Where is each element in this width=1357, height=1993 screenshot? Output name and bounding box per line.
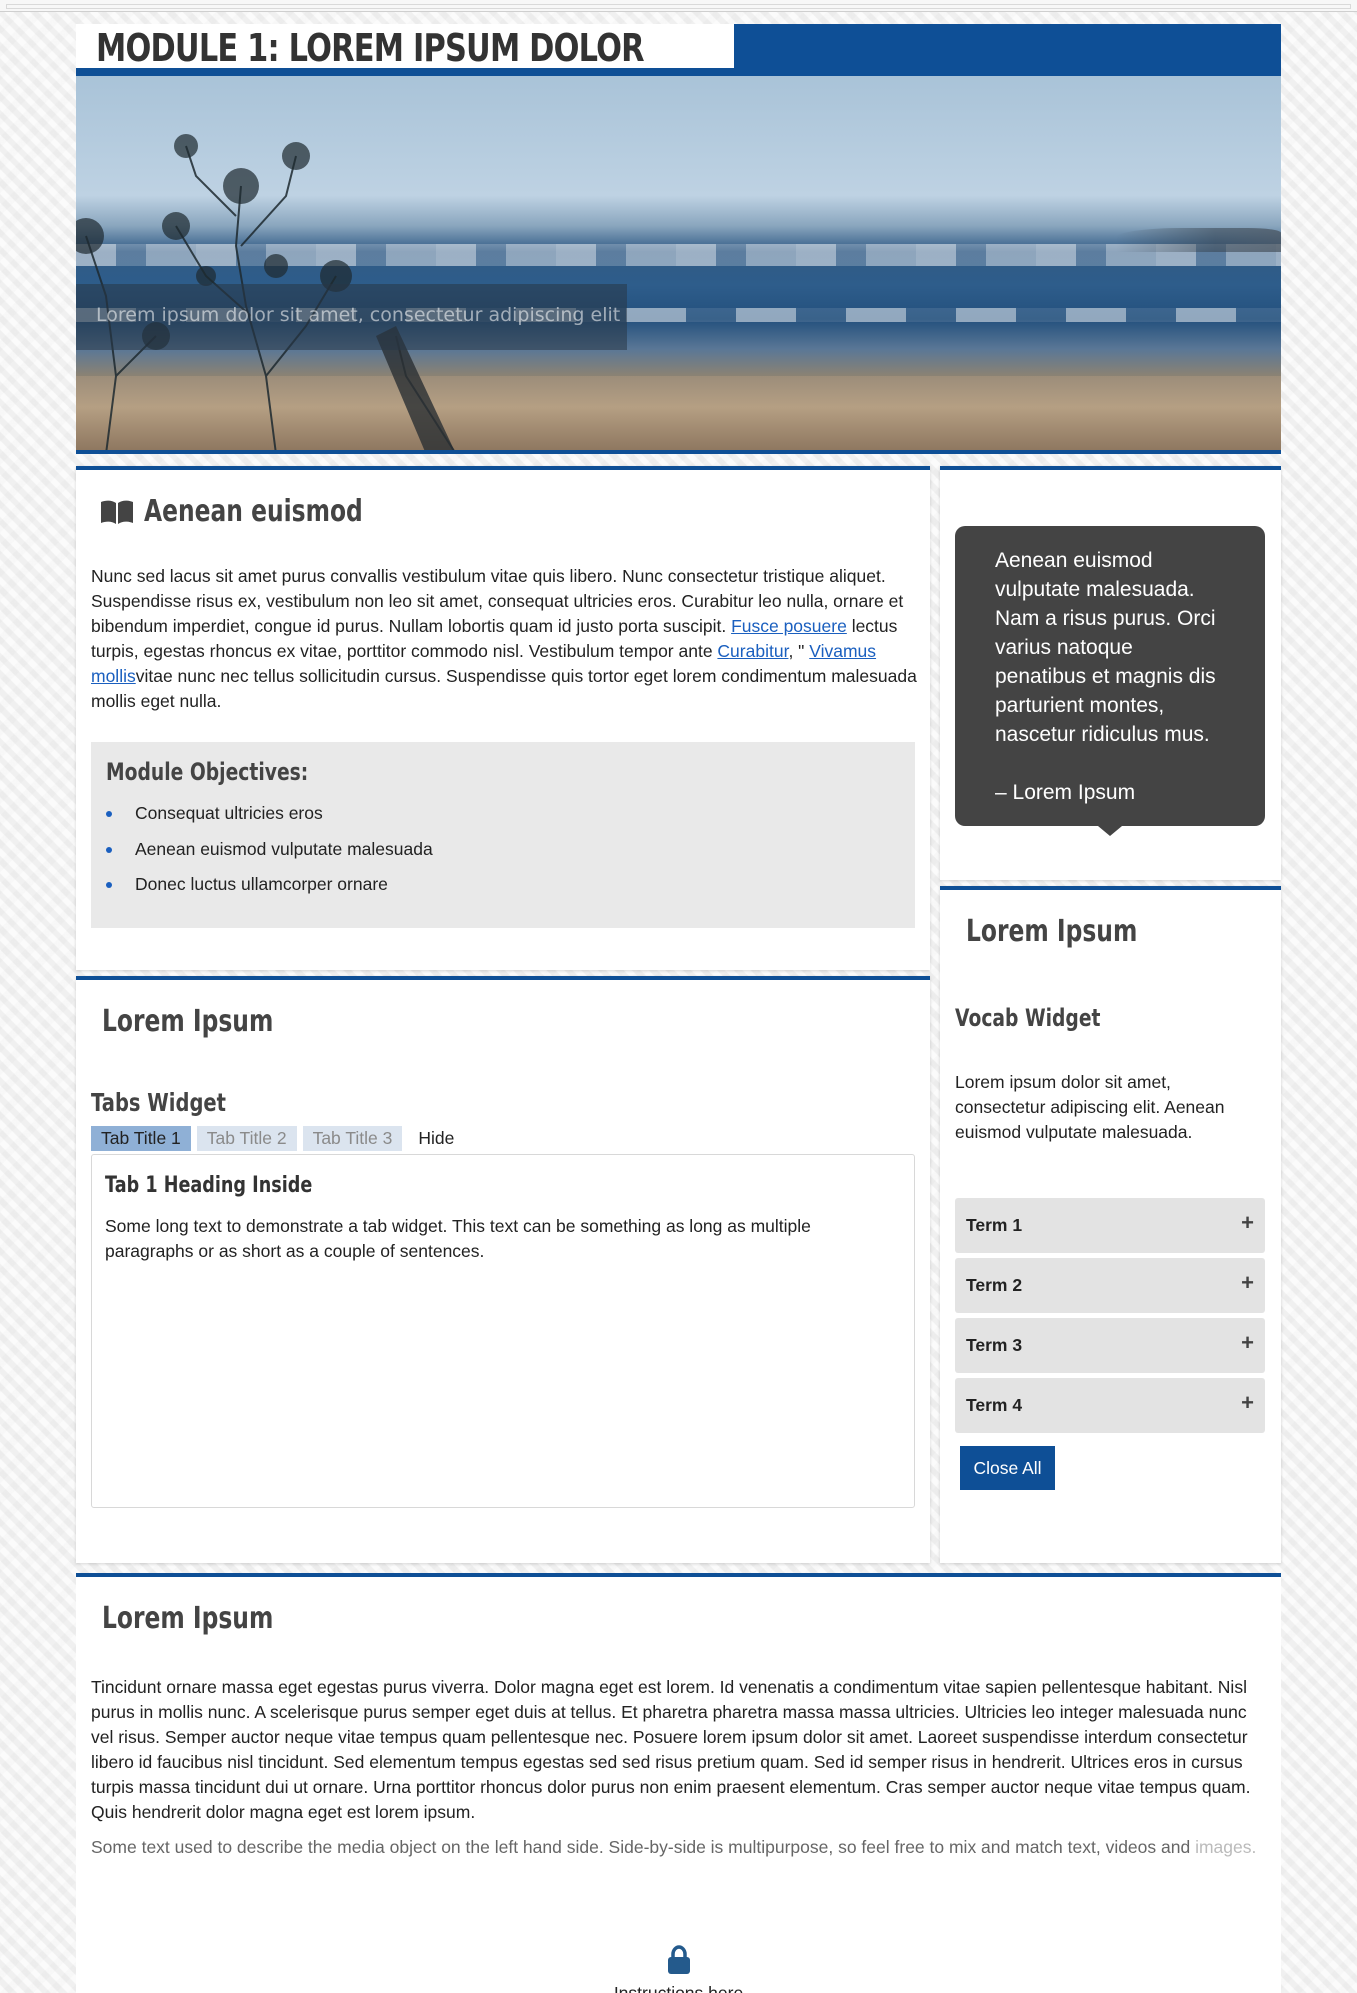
tab-title-1[interactable]: Tab Title 1	[91, 1126, 191, 1151]
intro-panel: Aenean euismod Nunc sed lacus sit amet p…	[76, 466, 930, 970]
tab-title-3[interactable]: Tab Title 3	[302, 1126, 403, 1151]
quote-bubble: Aenean euismod vulputate malesuada. Nam …	[955, 526, 1265, 836]
media-description: Some text used to describe the media obj…	[91, 1837, 1257, 1857]
tabs-section-heading: Lorem Ipsum	[102, 1004, 274, 1039]
term-label: Term 4	[966, 1395, 1023, 1415]
hero-image: Lorem ipsum dolor sit amet, consectetur …	[76, 76, 1281, 454]
list-item: Consequat ultricies eros	[106, 796, 900, 832]
page-container: MODULE 1: LOREM IPSUM DOLOR Lorem ipsum …	[76, 24, 1281, 1993]
plus-icon: +	[1241, 1269, 1254, 1295]
header: MODULE 1: LOREM IPSUM DOLOR	[76, 24, 1281, 76]
tab-bar: Tab Title 1 Tab Title 2 Tab Title 3 Hide	[91, 1126, 470, 1151]
header-accent-bar	[734, 24, 1281, 76]
hide-tabs-button[interactable]: Hide	[408, 1126, 464, 1151]
tab-heading: Tab 1 Heading Inside	[105, 1173, 313, 1198]
tabs-panel: Lorem Ipsum Tabs Widget Tab Title 1 Tab …	[76, 976, 930, 1563]
module-objectives: Module Objectives: Consequat ultricies e…	[91, 742, 915, 928]
plus-icon: +	[1241, 1389, 1254, 1415]
quote-panel: Aenean euismod vulputate malesuada. Nam …	[940, 466, 1281, 880]
term-3-accordion[interactable]: Term 3 +	[955, 1318, 1265, 1373]
quote-author: – Lorem Ipsum	[995, 781, 1136, 804]
intro-text: Nunc sed lacus sit amet purus convallis …	[91, 566, 917, 711]
bottom-text: Tincidunt ornare massa eget egestas puru…	[91, 1677, 1251, 1822]
list-item: Aenean euismod vulputate malesuada	[106, 832, 900, 868]
intro-heading: Aenean euismod	[144, 494, 363, 529]
tab-title-2[interactable]: Tab Title 2	[196, 1126, 297, 1151]
plus-icon: +	[1241, 1209, 1254, 1235]
bottom-section-heading: Lorem Ipsum	[102, 1601, 274, 1636]
list-item: Donec luctus ullamcorper ornare	[106, 867, 900, 903]
vocab-widget-title: Vocab Widget	[955, 1004, 1101, 1032]
book-icon	[101, 500, 133, 524]
objectives-title: Module Objectives:	[106, 758, 309, 786]
term-4-accordion[interactable]: Term 4 +	[955, 1378, 1265, 1433]
fusce-posuere-link[interactable]: Fusce posuere	[731, 616, 847, 636]
intro-heading-row: Aenean euismod	[100, 494, 425, 529]
hero-plants	[76, 76, 496, 450]
vocab-panel: Lorem Ipsum Vocab Widget Lorem ipsum dol…	[940, 886, 1281, 1563]
quote-text: Aenean euismod vulputate malesuada. Nam …	[995, 549, 1216, 746]
page-title: MODULE 1: LOREM IPSUM DOLOR	[96, 26, 645, 70]
vocab-section-heading: Lorem Ipsum	[966, 914, 1138, 949]
browser-top-edge	[0, 0, 1357, 12]
instructions-text: Instructions here	[613, 1983, 744, 1993]
lock-icon	[667, 1945, 690, 1974]
term-label: Term 1	[966, 1215, 1023, 1235]
tab-text: Some long text to demonstrate a tab widg…	[105, 1216, 811, 1261]
tab-content: Tab 1 Heading Inside Some long text to d…	[91, 1154, 915, 1508]
curabitur-link[interactable]: Curabitur	[717, 641, 788, 661]
objectives-list: Consequat ultricies eros Aenean euismod …	[106, 796, 900, 903]
close-all-button[interactable]: Close All	[960, 1446, 1055, 1490]
term-1-accordion[interactable]: Term 1 +	[955, 1198, 1265, 1253]
hero-caption: Lorem ipsum dolor sit amet, consectetur …	[76, 284, 627, 350]
bottom-panel: Lorem Ipsum Tincidunt ornare massa eget …	[76, 1573, 1281, 1993]
vocab-text: Lorem ipsum dolor sit amet, consectetur …	[955, 1072, 1225, 1142]
term-label: Term 3	[966, 1335, 1023, 1355]
term-label: Term 2	[966, 1275, 1023, 1295]
term-2-accordion[interactable]: Term 2 +	[955, 1258, 1265, 1313]
plus-icon: +	[1241, 1329, 1254, 1355]
tabs-widget-title: Tabs Widget	[91, 1088, 226, 1117]
